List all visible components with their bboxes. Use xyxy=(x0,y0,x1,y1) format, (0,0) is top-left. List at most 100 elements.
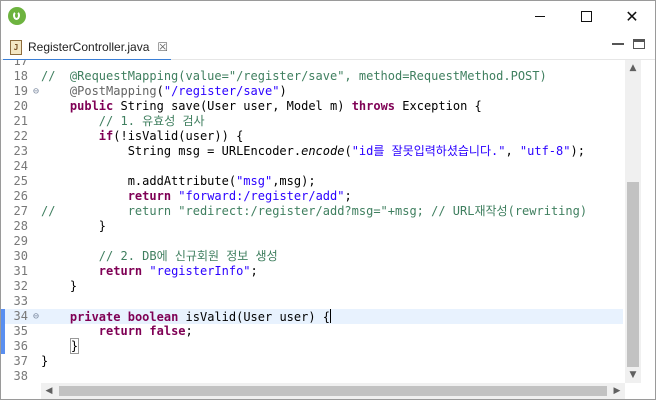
scroll-down-icon[interactable]: ▼ xyxy=(625,367,641,383)
tab-registercontroller[interactable]: J RegisterController.java ☒ xyxy=(3,35,171,61)
code-line[interactable]: 22 if(!isValid(user)) { xyxy=(1,129,623,144)
code-text[interactable]: public String save(User user, Model m) t… xyxy=(41,99,482,114)
line-number: 17 xyxy=(13,60,28,68)
scroll-right-icon[interactable]: ▶ xyxy=(609,383,625,399)
line-number: 23 xyxy=(13,144,28,158)
change-marker xyxy=(1,324,5,339)
code-line[interactable]: 25 m.addAttribute("msg",msg); xyxy=(1,174,623,189)
code-text[interactable]: // 2. DB에 신규회원 정보 생성 xyxy=(41,249,278,264)
scroll-up-icon[interactable]: ▲ xyxy=(625,60,641,76)
scroll-left-icon[interactable]: ◀ xyxy=(41,383,57,399)
horizontal-scroll-thumb[interactable] xyxy=(59,386,607,396)
code-token: ( xyxy=(344,144,352,158)
code-text[interactable]: // 1. 유효성 검사 xyxy=(41,114,205,129)
code-line[interactable]: 31 return "registerInfo"; xyxy=(1,264,623,279)
code-text[interactable]: } xyxy=(41,354,48,369)
code-line[interactable]: 24 xyxy=(1,159,623,174)
code-line[interactable]: 30 // 2. DB에 신규회원 정보 생성 xyxy=(1,249,623,264)
code-line[interactable]: 33 xyxy=(1,294,623,309)
code-text[interactable]: // @RequestMapping(value="/register/save… xyxy=(41,69,547,84)
line-number: 18 xyxy=(13,69,28,83)
code-line[interactable]: 36 } xyxy=(1,338,623,354)
eclipse-window: ✕ J RegisterController.java ☒ 17 18 // @Re… xyxy=(0,0,656,400)
code-token: ( xyxy=(156,84,164,98)
code-line[interactable]: 35 return false; xyxy=(1,324,623,339)
line-number: 28 xyxy=(13,219,28,233)
close-button[interactable]: ✕ xyxy=(609,1,655,31)
view-minimize-button[interactable] xyxy=(612,39,624,45)
code-line[interactable]: 27 // return "redirect:/register/add?msg=… xyxy=(1,204,623,219)
tab-label: RegisterController.java xyxy=(28,40,150,54)
code-line[interactable]: 20 public String save(User user, Model m… xyxy=(1,99,623,114)
code-token: boolean xyxy=(127,310,179,324)
code-token: return xyxy=(98,264,143,278)
code-line[interactable]: 26 return "forward:/register/add"; xyxy=(1,189,623,204)
line-number: 29 xyxy=(13,234,28,248)
maximize-button[interactable] xyxy=(563,1,609,31)
code-line[interactable]: 37} xyxy=(1,354,623,369)
vertical-scroll-thumb[interactable] xyxy=(627,182,639,367)
code-token: } xyxy=(41,219,107,233)
code-line[interactable]: 32 } xyxy=(1,279,623,294)
matching-bracket: } xyxy=(69,338,80,354)
code-token: "utf-8" xyxy=(519,144,571,158)
code-token: Exception { xyxy=(395,99,482,113)
code-token: ; xyxy=(250,264,258,278)
code-token: @PostMapping xyxy=(69,84,157,98)
code-token: return xyxy=(98,324,143,338)
tab-close-icon[interactable]: ☒ xyxy=(157,40,168,54)
code-token: isValid(User user) { xyxy=(178,310,331,324)
code-line[interactable]: 29 xyxy=(1,234,623,249)
line-number: 24 xyxy=(13,159,28,173)
code-token: // @RequestMapping(value="/register/save… xyxy=(41,69,547,83)
code-line[interactable]: 21 // 1. 유효성 검사 xyxy=(1,114,623,129)
code-token: "id를 잘못입력하셨습니다." xyxy=(351,144,506,158)
code-token: // 2. DB에 신규회원 정보 생성 xyxy=(98,249,278,263)
code-line[interactable]: 34 ⊖ private boolean isValid(User user) { xyxy=(1,309,623,324)
code-line[interactable]: 17 xyxy=(1,60,623,69)
fold-toggle-icon[interactable]: ⊖ xyxy=(31,309,41,324)
view-maximize-button[interactable] xyxy=(633,39,645,49)
code-text[interactable]: private boolean isValid(User user) { xyxy=(41,309,332,325)
minimize-button[interactable] xyxy=(517,1,563,31)
vertical-scrollbar[interactable]: ▲ ▼ xyxy=(625,60,641,383)
code-line[interactable]: 38 xyxy=(1,369,623,383)
code-token: } xyxy=(41,354,49,368)
line-number: 19 xyxy=(13,84,28,98)
editor-tab-bar: J RegisterController.java ☒ xyxy=(1,31,655,61)
code-token: // return "redirect:/register/add?msg="+… xyxy=(41,204,588,218)
code-token: ,msg); xyxy=(272,174,316,188)
horizontal-scrollbar[interactable]: ◀ ▶ xyxy=(41,383,625,399)
code-line[interactable]: 19 ⊖ @PostMapping("/register/save") xyxy=(1,84,623,99)
code-text[interactable]: // return "redirect:/register/add?msg="+… xyxy=(41,204,587,219)
code-text[interactable]: return "forward:/register/add"; xyxy=(41,189,352,204)
line-number: 27 xyxy=(13,204,28,218)
code-text[interactable]: return "registerInfo"; xyxy=(41,264,258,279)
code-text[interactable]: return false; xyxy=(41,324,193,339)
code-text[interactable]: m.addAttribute("msg",msg); xyxy=(41,174,316,189)
code-token: String msg = URLEncoder. xyxy=(41,144,302,158)
code-text[interactable]: } xyxy=(41,219,106,234)
code-text[interactable]: if(!isValid(user)) { xyxy=(41,129,244,144)
code-text[interactable]: String msg = URLEncoder.encode("id를 잘못입력… xyxy=(41,144,585,159)
code-token: private xyxy=(69,310,121,324)
code-line[interactable]: 18 // @RequestMapping(value="/register/sa… xyxy=(1,69,623,84)
code-editor[interactable]: 17 18 // @RequestMapping(value="/register/… xyxy=(1,60,655,383)
code-token: , xyxy=(505,144,520,158)
code-line[interactable]: 23 String msg = URLEncoder.encode("id를 잘… xyxy=(1,144,623,159)
line-number: 21 xyxy=(13,114,28,128)
maximize-icon xyxy=(580,10,592,22)
code-line[interactable]: 28 } xyxy=(1,219,623,234)
code-text[interactable]: } xyxy=(41,338,80,354)
text-cursor xyxy=(330,309,332,323)
code-text[interactable]: } xyxy=(41,279,77,294)
fold-toggle-icon[interactable]: ⊖ xyxy=(31,84,41,99)
code-text[interactable]: @PostMapping("/register/save") xyxy=(41,84,287,99)
